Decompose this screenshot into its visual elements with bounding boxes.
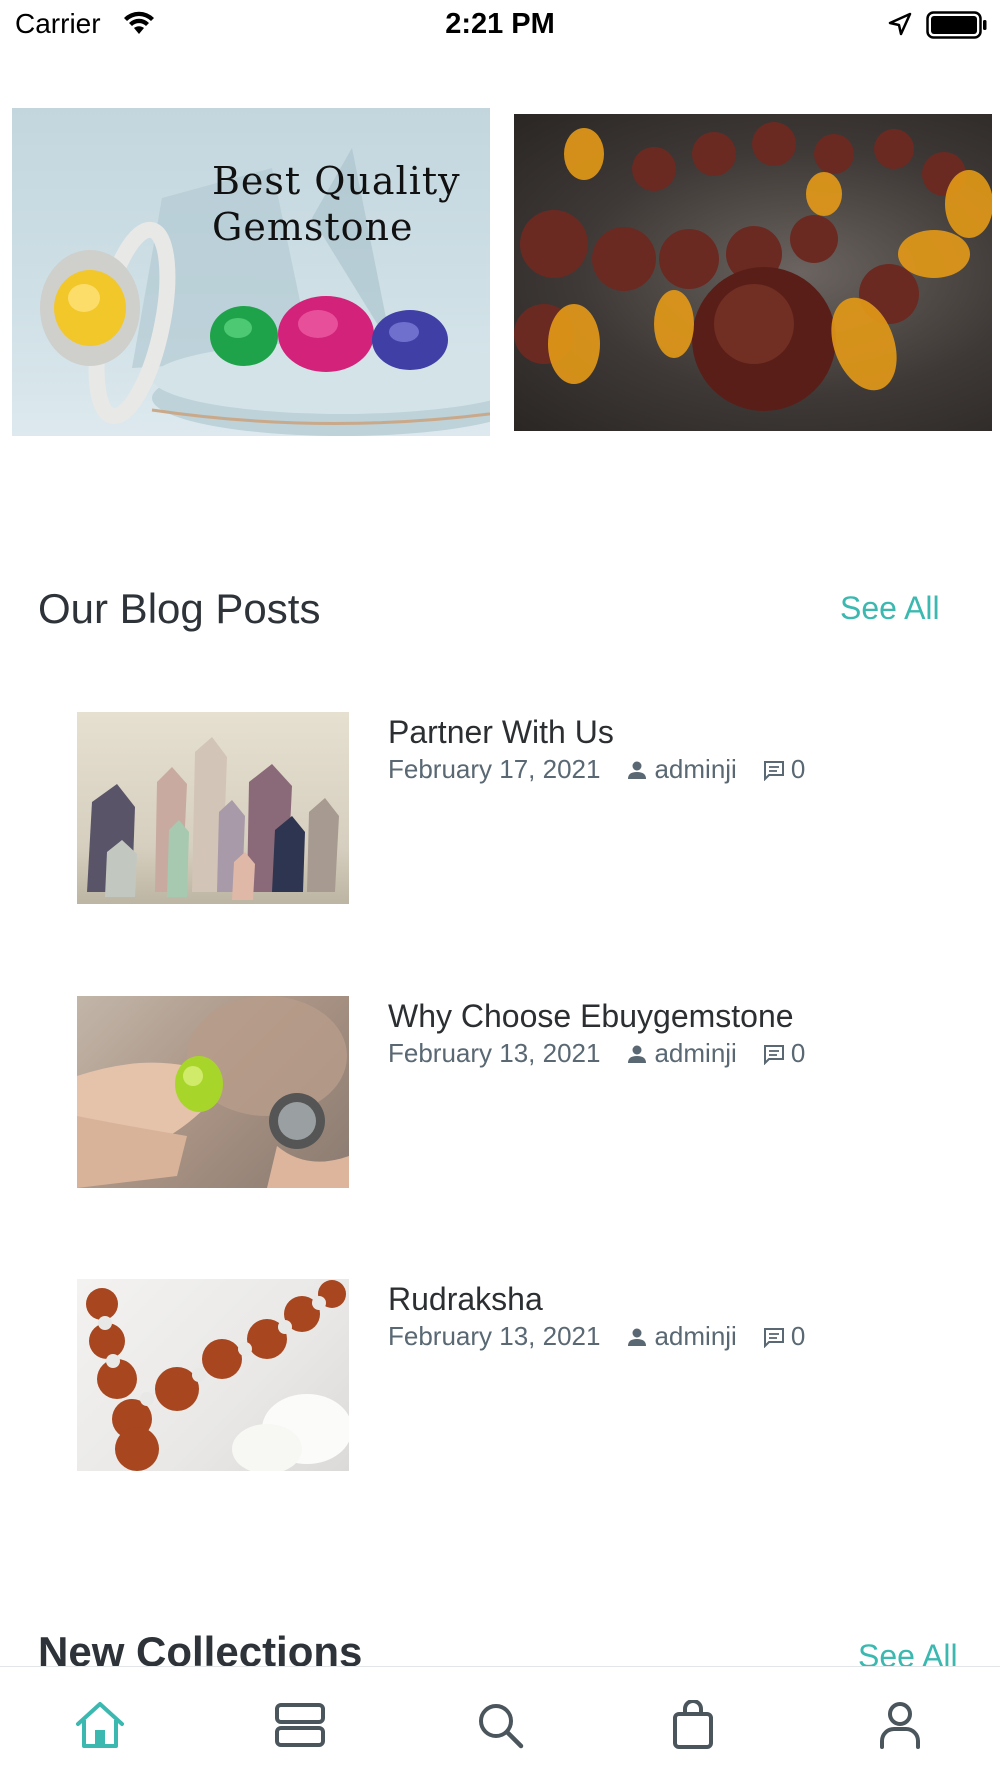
blog-post-author: adminji: [654, 1038, 737, 1068]
blog-see-all-link[interactable]: See All: [840, 590, 940, 627]
user-icon: [628, 1045, 647, 1063]
tab-search[interactable]: [472, 1697, 528, 1753]
tab-home[interactable]: [72, 1697, 128, 1753]
blog-post-author: adminji: [654, 1321, 737, 1351]
banner-rudraksha-beads[interactable]: [514, 114, 992, 431]
location-arrow-icon: [888, 12, 912, 36]
comment-icon: [763, 1044, 784, 1065]
beads-banner-art: [514, 122, 992, 411]
tab-account[interactable]: [872, 1697, 928, 1753]
status-bar: Carrier 2:21 PM: [0, 0, 1000, 50]
banner-title-line1: Best Quality: [212, 159, 461, 203]
blog-section-title: Our Blog Posts: [38, 585, 321, 632]
blog-post-item[interactable]: Rudraksha February 13, 2021 adminji 0: [77, 1279, 957, 1471]
blog-post-comment-count: 0: [790, 754, 806, 784]
blog-post-item[interactable]: Why Choose Ebuygemstone February 13, 202…: [77, 996, 957, 1188]
blog-thumbnail-crystals: [77, 712, 349, 904]
battery-icon: [926, 11, 987, 39]
cart-icon: [673, 1700, 713, 1749]
blog-post-comment-count: 0: [790, 1321, 806, 1351]
tab-cart[interactable]: [665, 1697, 721, 1753]
blog-post-meta: February 13, 2021 adminji 0: [388, 1038, 805, 1069]
search-icon: [479, 1704, 524, 1749]
banner-best-quality-gemstone[interactable]: Best Quality Gemstone: [12, 108, 490, 436]
blog-post-title[interactable]: Partner With Us: [388, 714, 614, 751]
blog-post-date: February 17, 2021: [388, 754, 601, 784]
blog-thumbnail-rudraksha: [77, 1279, 349, 1471]
comment-icon: [763, 1327, 784, 1348]
banner-title: Best Quality Gemstone: [212, 158, 461, 250]
banner-title-line2: Gemstone: [212, 205, 414, 249]
account-icon: [880, 1702, 920, 1749]
user-icon: [628, 1328, 647, 1346]
bottom-tab-bar: [0, 1666, 1000, 1778]
blog-thumbnail-gem-inspection: [77, 996, 349, 1188]
home-icon: [76, 1702, 124, 1748]
blog-post-author: adminji: [654, 754, 737, 784]
blog-post-item[interactable]: Partner With Us February 17, 2021 adminj…: [77, 712, 957, 904]
blog-post-meta: February 17, 2021 adminji 0: [388, 754, 805, 785]
blog-post-title[interactable]: Rudraksha: [388, 1281, 543, 1318]
blog-post-date: February 13, 2021: [388, 1321, 601, 1351]
blog-post-meta: February 13, 2021 adminji 0: [388, 1321, 805, 1352]
user-icon: [628, 761, 647, 779]
clock: 2:21 PM: [445, 8, 555, 40]
blog-post-title[interactable]: Why Choose Ebuygemstone: [388, 998, 794, 1035]
blog-post-comment-count: 0: [790, 1038, 806, 1068]
categories-icon: [275, 1703, 325, 1747]
blog-post-date: February 13, 2021: [388, 1038, 601, 1068]
comment-icon: [763, 760, 784, 781]
tab-categories[interactable]: [272, 1697, 328, 1753]
